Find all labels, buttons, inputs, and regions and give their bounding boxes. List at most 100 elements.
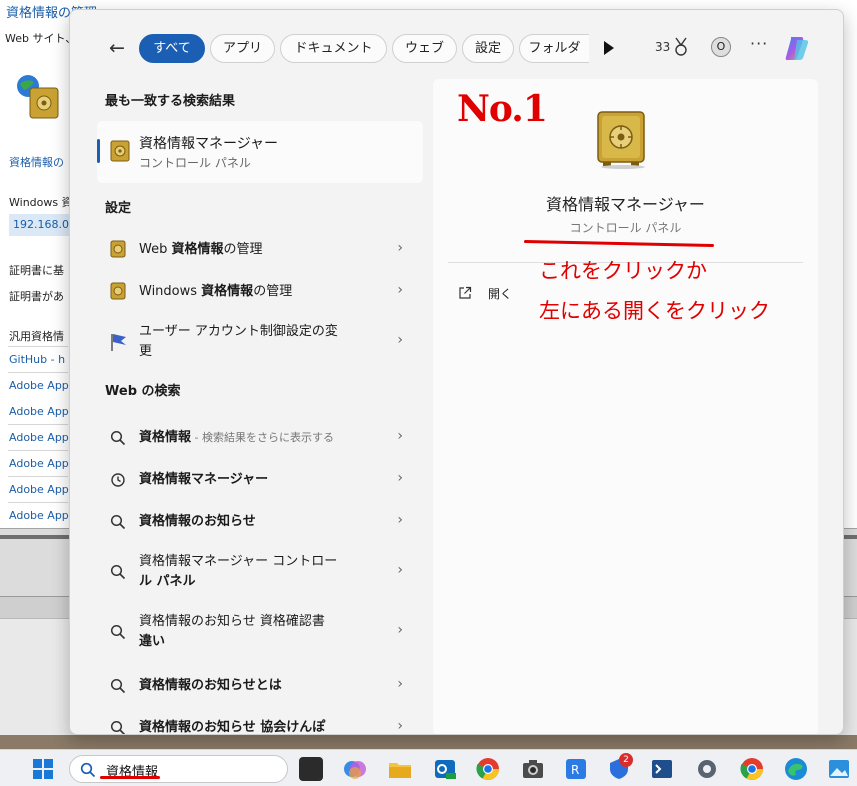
tab-apps[interactable]: アプリ	[210, 34, 275, 63]
search-filter-bar: ← すべて アプリ ドキュメント ウェブ 設定 フォルダ 33 O ···	[70, 32, 843, 66]
background-divider	[8, 450, 68, 451]
background-link[interactable]: 資格情報の	[9, 154, 64, 170]
web-result[interactable]: 資格情報マネージャー コントロール パネル ›	[97, 546, 423, 598]
background-divider	[8, 424, 68, 425]
web-result[interactable]: 資格情報のお知らせとは ›	[97, 668, 423, 704]
best-match-heading: 最も一致する検索結果	[105, 94, 236, 109]
background-credential-link[interactable]: Adobe App	[9, 483, 69, 496]
best-match-result-credential-manager[interactable]: 資格情報マネージャー コントロール パネル	[97, 121, 423, 183]
uac-flag-icon	[111, 334, 126, 351]
background-ip-entry[interactable]: 192.168.0.6	[9, 214, 69, 236]
rewards-points-count[interactable]: 33	[655, 40, 670, 54]
task-view-icon[interactable]	[299, 757, 323, 781]
background-credential-link[interactable]: Adobe App	[9, 431, 69, 444]
annotation-instruction-1: これをクリックか	[539, 259, 707, 283]
search-icon	[110, 720, 126, 734]
web-result-label: 資格情報のお知らせ 協会けんぽ	[139, 720, 326, 735]
search-icon	[110, 624, 126, 640]
background-label: 証明書に基	[9, 264, 64, 277]
web-result[interactable]: 資格情報のお知らせ ›	[97, 504, 423, 540]
chrome-icon[interactable]	[476, 757, 500, 781]
web-result-label: 資格情報のお知らせ	[139, 514, 256, 529]
web-result[interactable]: 資格情報のお知らせ 資格確認書 違い ›	[97, 606, 423, 658]
chevron-right-icon: ›	[397, 718, 403, 734]
background-credential-link[interactable]: Adobe App	[9, 509, 69, 522]
rewards-medal-icon[interactable]	[673, 37, 689, 57]
chevron-right-icon: ›	[397, 428, 403, 444]
web-search-heading: Web の検索	[105, 384, 181, 399]
credential-vault-globe-icon	[17, 75, 59, 119]
file-explorer-icon[interactable]	[388, 757, 412, 781]
setting-result-label: ユーザー アカウント制御設定の変更	[139, 324, 338, 359]
credential-manager-large-icon[interactable]	[594, 109, 652, 169]
web-result[interactable]: 資格情報 - 検索結果をさらに表示する ›	[97, 420, 423, 456]
tab-documents[interactable]: ドキュメント	[280, 34, 387, 63]
web-result-label: 資格情報マネージャー コントロール パネル	[139, 554, 338, 589]
copilot-icon[interactable]	[783, 34, 811, 62]
chrome-profile-icon[interactable]	[740, 757, 764, 781]
copilot-taskbar-icon[interactable]	[343, 757, 367, 781]
setting-result-label: Windows 資格情報の管理	[139, 284, 293, 299]
chevron-right-icon: ›	[397, 470, 403, 486]
background-label: Windows 資	[9, 196, 73, 209]
open-external-icon	[459, 286, 472, 299]
more-options-icon[interactable]: ···	[750, 34, 768, 53]
web-result-label: 資格情報のお知らせ 資格確認書 違い	[139, 614, 325, 649]
settings-section-heading: 設定	[105, 201, 132, 216]
background-label: 汎用資格情	[9, 330, 64, 343]
outlook-new-icon[interactable]	[433, 757, 457, 781]
background-divider	[8, 502, 68, 503]
search-icon	[110, 514, 126, 530]
setting-result-label: Web 資格情報の管理	[139, 242, 263, 257]
windows-taskbar: 資格情報 R 2	[0, 749, 857, 786]
camera-icon[interactable]	[521, 757, 545, 781]
web-result[interactable]: 資格情報マネージャー ›	[97, 462, 423, 498]
web-result[interactable]: 資格情報のお知らせ 協会けんぽ ›	[97, 710, 423, 735]
chevron-right-icon: ›	[397, 282, 403, 298]
search-icon	[110, 564, 126, 580]
credential-safe-icon	[110, 282, 126, 300]
remote-desktop-icon[interactable]: R	[564, 757, 588, 781]
background-credential-link[interactable]: GitHub - h	[9, 353, 65, 366]
settings-gear-icon[interactable]	[695, 757, 719, 781]
background-divider	[8, 372, 68, 373]
chevron-right-icon: ›	[397, 240, 403, 256]
back-arrow-icon[interactable]: ←	[104, 36, 130, 62]
setting-result-uac[interactable]: ユーザー アカウント制御設定の変更 ›	[97, 318, 423, 366]
background-divider	[8, 346, 68, 347]
chevron-right-icon: ›	[397, 512, 403, 528]
notification-badge: 2	[619, 753, 633, 767]
terminal-icon[interactable]	[650, 757, 674, 781]
windows-start-icon[interactable]	[33, 759, 53, 779]
history-icon	[111, 473, 125, 487]
web-result-label: 資格情報マネージャー	[139, 472, 269, 487]
desktop-wallpaper-strip	[0, 735, 857, 749]
credential-manager-safe-icon	[110, 140, 130, 162]
svg-text:R: R	[571, 763, 579, 777]
chevron-right-icon: ›	[397, 676, 403, 692]
more-tabs-arrow-icon[interactable]	[604, 41, 614, 55]
tab-folders[interactable]: フォルダ	[519, 34, 589, 63]
background-credential-link[interactable]: Adobe App	[9, 405, 69, 418]
selection-indicator	[97, 139, 100, 163]
tab-all[interactable]: すべて	[139, 34, 205, 63]
background-credential-link[interactable]: Adobe App	[9, 457, 69, 470]
best-match-subtitle: コントロール パネル	[139, 156, 251, 170]
preview-title[interactable]: 資格情報マネージャー	[433, 191, 818, 215]
background-credential-link[interactable]: Adobe App	[9, 379, 69, 392]
setting-result-web-credentials[interactable]: Web 資格情報の管理 ›	[97, 232, 423, 268]
account-avatar[interactable]: O	[711, 37, 731, 57]
background-label: 証明書があ	[9, 290, 64, 303]
best-match-title: 資格情報マネージャー	[139, 136, 279, 152]
setting-result-windows-credentials[interactable]: Windows 資格情報の管理 ›	[97, 274, 423, 310]
tab-web[interactable]: ウェブ	[392, 34, 457, 63]
edge-icon[interactable]	[784, 757, 808, 781]
web-result-label: 資格情報のお知らせとは	[139, 678, 282, 693]
open-action-label: 開く	[488, 287, 513, 301]
annotation-no1: No.1	[457, 88, 548, 130]
chevron-right-icon: ›	[397, 562, 403, 578]
search-results-list: 最も一致する検索結果 資格情報マネージャー コントロール パネル 設定 Web …	[70, 72, 432, 735]
photos-icon[interactable]	[827, 757, 851, 781]
tab-settings[interactable]: 設定	[462, 34, 514, 63]
chevron-right-icon: ›	[397, 622, 403, 638]
